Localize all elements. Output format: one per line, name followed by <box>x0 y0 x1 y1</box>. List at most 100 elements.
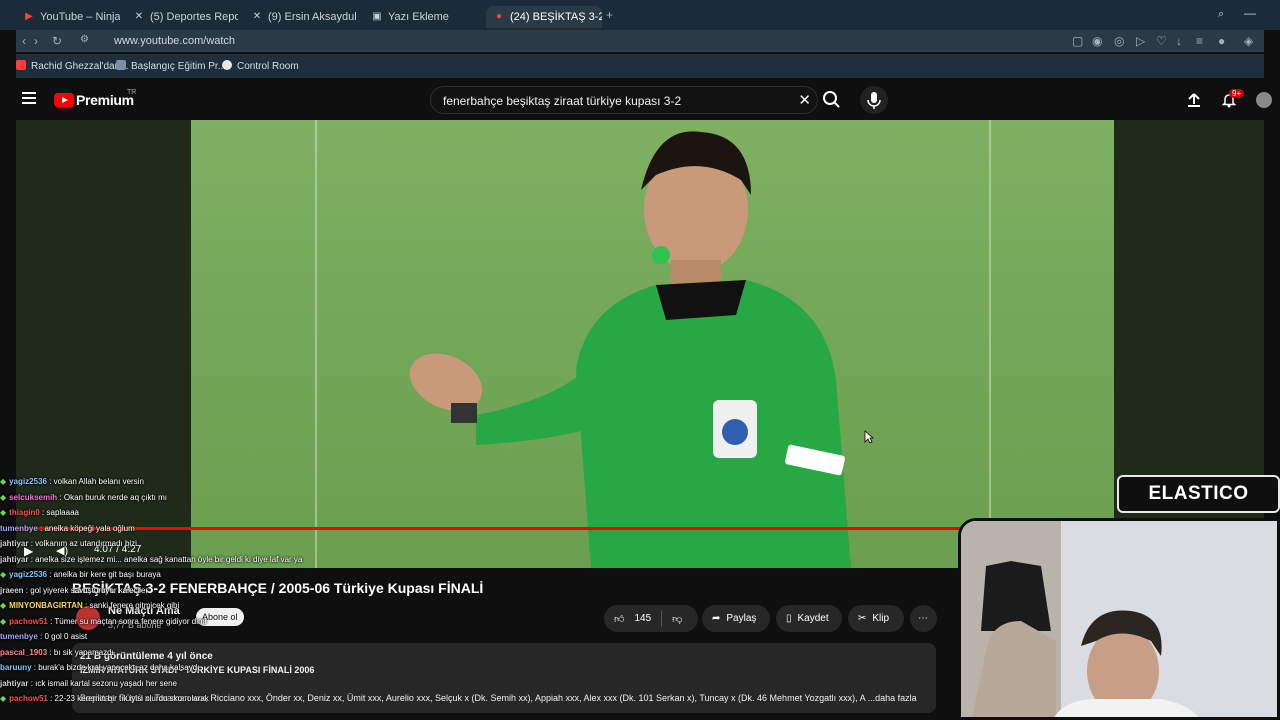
extensions-icon[interactable]: ▢ <box>1072 34 1083 48</box>
microphone-icon <box>867 92 881 109</box>
chat-badge-icon: ◆ <box>0 477 7 486</box>
chat-message: ◆ yagiz2536 : anelka bir kere git başı bu… <box>0 567 320 583</box>
chat-badge-icon: ◆ <box>0 601 7 610</box>
chat-text: : volkan Allah belanı versin <box>46 477 144 486</box>
download-icon[interactable]: ↓ <box>1176 34 1182 48</box>
chat-username: baruuny <box>0 663 32 672</box>
camera-icon[interactable]: ◉ <box>1092 34 1102 48</box>
hamburger-menu-icon[interactable] <box>22 92 36 104</box>
search-input[interactable]: fenerbahçe beşiktaş ziraat türkiye kupas… <box>443 94 681 108</box>
chat-username: thiagin0 <box>9 508 40 517</box>
chat-message: ◆ thiagin0 : saplaaaa <box>0 505 320 521</box>
share-button[interactable]: ➦ Paylaş <box>702 605 770 632</box>
chat-text: : anelka bir kere git başı buraya <box>46 570 161 579</box>
chat-username: selcuksemih <box>9 492 58 502</box>
notification-badge: 9+ <box>1229 89 1245 98</box>
like-count: 145 <box>634 613 652 624</box>
chat-username: tumenbye <box>0 632 38 641</box>
browser-tab[interactable]: ✕ (5) Deportes Report on X <box>126 6 238 28</box>
chat-message: baruuny : burak'a bizde kral yapacaktı a… <box>0 660 320 676</box>
avatar[interactable] <box>1256 92 1272 108</box>
webcam-feed <box>958 518 1280 720</box>
browser-tab-active[interactable]: ● (24) BEŞİKTAŞ 3-2 FENER <box>486 6 602 28</box>
bookmark-item[interactable]: Başlangıç Eğitim Pr... <box>116 60 226 72</box>
chat-text: : 0 gol 0 asist <box>37 632 88 641</box>
chat-badge-icon: ◆ <box>0 570 7 579</box>
youtube-favicon-icon: ▶ <box>25 11 33 22</box>
region-label: TR <box>127 89 137 96</box>
search-button[interactable] <box>814 86 850 114</box>
share-arrow-icon: ➦ <box>712 613 721 624</box>
chat-message: ◆ pachow51 : Tümer su maçtan sonra fenere… <box>0 614 320 630</box>
chat-text: : burak'a bizde kral yapacaktı az daha k… <box>31 663 200 672</box>
bookmarks-bar: Rachid Ghezzal'dan... Başlangıç Eğitim P… <box>16 54 1264 78</box>
upload-icon <box>1188 93 1200 107</box>
share-icon[interactable]: ▷ <box>1136 34 1145 48</box>
chat-username: pachow51 <box>9 694 48 703</box>
url-field[interactable]: www.youtube.com/watch <box>114 35 235 47</box>
chat-username: jraeen <box>0 585 24 595</box>
wallet-icon[interactable]: ◈ <box>1244 34 1253 48</box>
forward-arrow-icon[interactable]: › <box>34 34 38 48</box>
chat-message: ◆ selcuksemih : Okan buruk nerde aq çıktı… <box>0 490 320 506</box>
chat-message: jahtiyar : ıck ismail kartal sezonu yaşa… <box>0 676 320 692</box>
chat-username: yagiz2536 <box>9 570 47 579</box>
search-box[interactable]: fenerbahçe beşiktaş ziraat türkiye kupas… <box>430 86 818 114</box>
browser-tab[interactable]: ▣ Yazı Ekleme <box>364 6 482 28</box>
minimize-button[interactable]: — <box>1244 6 1256 20</box>
chat-text: : bı sik yapamazdı <box>47 647 114 657</box>
thumbs-up-icon: 👍︎ <box>614 613 625 625</box>
browser-tab[interactable]: ▶ YouTube – Ninja <box>16 6 120 28</box>
like-button[interactable]: 👍︎ 145 👎︎ <box>604 605 698 632</box>
stream-chat-overlay: ◆ yagiz2536 : volkan Allah belanı versin ◆… <box>0 474 320 720</box>
chat-text: : saplaaaa <box>39 508 79 517</box>
browser-tab[interactable]: ✕ (9) Ersin Aksaydul on X <box>244 6 358 28</box>
chat-message: ◆ pachow51 : 22-23 keremin bir tık iyisi … <box>0 691 320 707</box>
chat-message: tumenbye : 0 gol 0 asist <box>0 629 320 645</box>
tab-search-icon[interactable]: ⌕ <box>1218 8 1224 21</box>
profile-icon[interactable]: ● <box>1218 34 1225 48</box>
bookmark-icon: ▯ <box>786 613 792 624</box>
search-icon <box>823 91 840 108</box>
brand-label[interactable]: Premium <box>76 92 134 108</box>
reload-icon[interactable]: ↻ <box>52 34 62 48</box>
youtube-logo-icon[interactable] <box>54 93 74 107</box>
chat-message: jahtiyar : anelka size işlemez mi... ane… <box>0 552 320 568</box>
chat-badge-icon: ◆ <box>0 694 7 703</box>
chat-username: pachow51 <box>9 616 48 626</box>
heart-icon[interactable]: ♡ <box>1156 34 1167 48</box>
clear-search-icon[interactable]: ✕ <box>798 91 811 109</box>
pitch-line <box>989 120 991 568</box>
back-arrow-icon[interactable]: ‹ <box>22 34 26 48</box>
browser-tab-bar: ▶ YouTube – Ninja ✕ (5) Deportes Report … <box>0 0 1280 30</box>
chat-username: yagiz2536 <box>9 477 47 486</box>
more-actions-button[interactable]: ⋯ <box>910 605 937 632</box>
x-favicon-icon: ✕ <box>252 11 262 22</box>
bookmark-item[interactable]: Rachid Ghezzal'dan... <box>16 60 129 72</box>
create-button[interactable] <box>1186 92 1202 113</box>
chat-message: jraeen : gol yiyerek savuşturuyor kaleci… <box>0 583 320 599</box>
chat-badge-icon: ◆ <box>0 492 7 502</box>
referee-figure <box>409 131 851 568</box>
voice-search-button[interactable] <box>860 86 888 114</box>
thumbs-down-icon[interactable]: 👎︎ <box>672 613 682 625</box>
new-tab-button[interactable]: + <box>606 8 613 22</box>
save-button[interactable]: ▯ Kaydet <box>776 605 842 632</box>
clip-button[interactable]: ✂ Klip <box>848 605 904 632</box>
bookmark-item[interactable]: Control Room <box>222 60 299 72</box>
bookmark-favicon-icon <box>116 60 126 70</box>
chat-username: MINYONBAGIRTAN <box>9 601 83 610</box>
globe-icon <box>222 60 232 70</box>
chat-message: jahtiyar : volkanım az utandırmadı bizi <box>0 536 320 552</box>
chat-message: ◆ MINYONBAGIRTAN : sanki fenere gitmicek … <box>0 598 320 614</box>
chat-message: pascal_1903 : bı sik yapamazdı <box>0 645 320 661</box>
webcam-scene <box>961 521 1277 717</box>
shield-icon[interactable]: ◎ <box>1114 34 1124 48</box>
more-dots-icon: ⋯ <box>918 613 928 624</box>
site-info-icon[interactable]: ⚙ <box>80 34 89 45</box>
page-favicon-icon: ▣ <box>372 11 382 22</box>
chat-message: ◆ yagiz2536 : volkan Allah belanı versin <box>0 474 320 490</box>
chat-message: tumenbye : anelka köpeği yala oğlum <box>0 521 320 537</box>
chat-text: : anelka size işlemez mi... anelka sağ k… <box>28 554 303 564</box>
menu-icon[interactable]: ≡ <box>1196 34 1203 48</box>
